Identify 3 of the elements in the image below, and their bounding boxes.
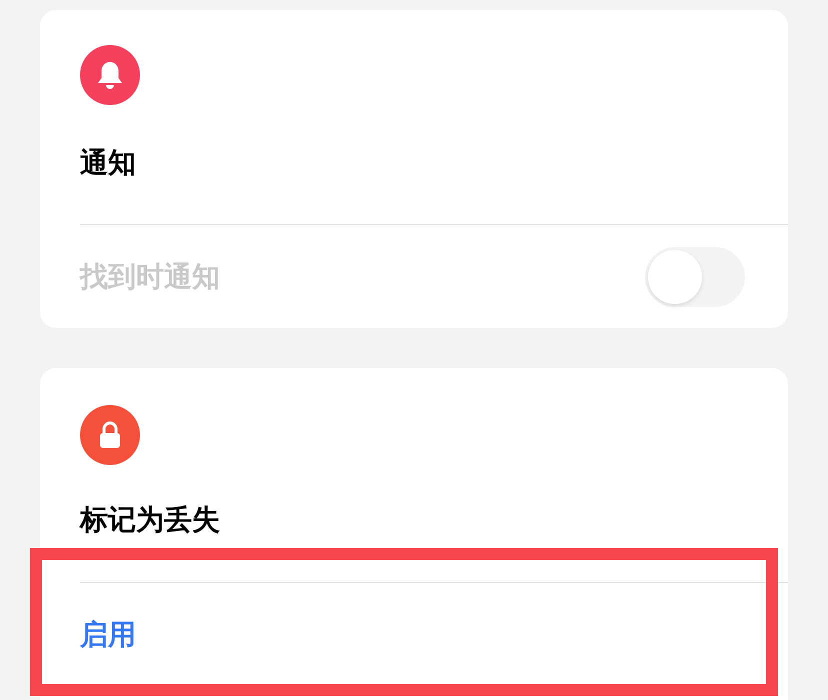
section-title: 通知 bbox=[80, 145, 137, 181]
section-title: 标记为丢失 bbox=[80, 502, 221, 538]
enable-link[interactable]: 启用 bbox=[80, 614, 136, 654]
